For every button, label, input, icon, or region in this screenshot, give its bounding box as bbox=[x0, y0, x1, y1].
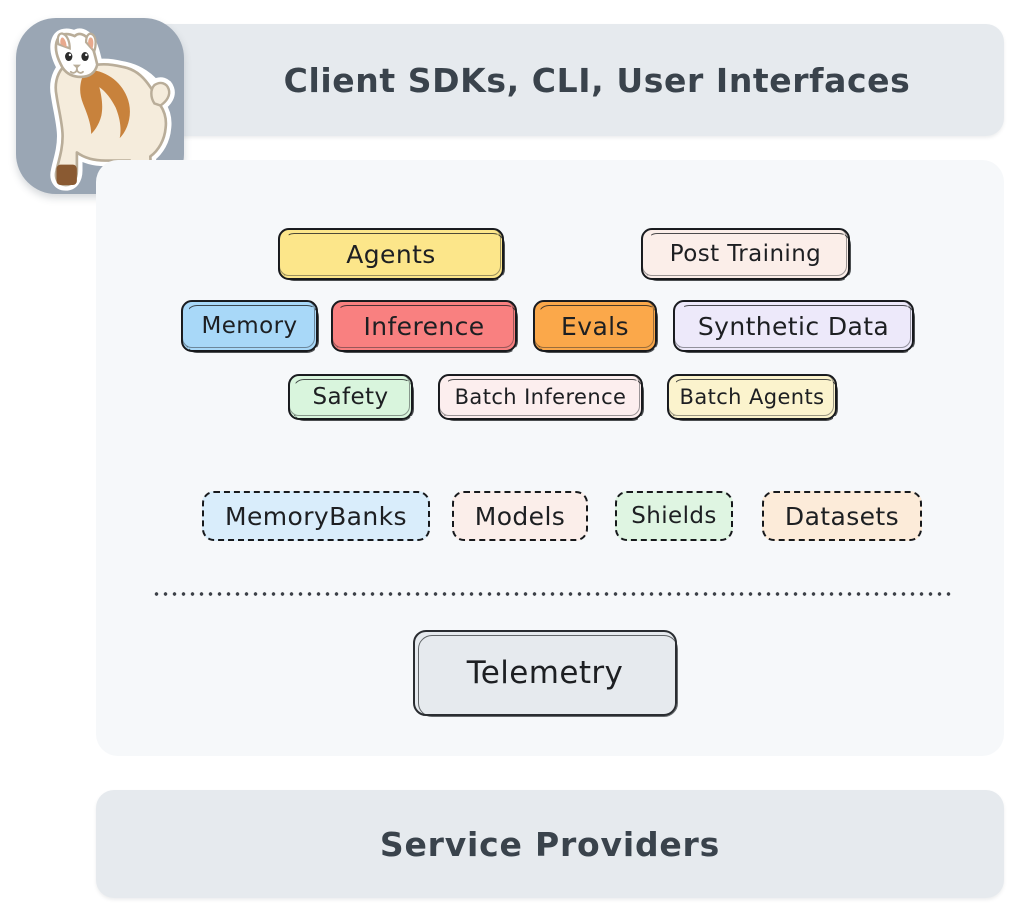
section-divider bbox=[152, 592, 952, 596]
api-box-label: Evals bbox=[561, 311, 629, 341]
api-box-label: Synthetic Data bbox=[697, 311, 890, 341]
diagram-canvas: Client SDKs, CLI, User Interfaces Agents… bbox=[0, 0, 1024, 920]
api-box-label: Models bbox=[474, 501, 566, 531]
telemetry-box[interactable]: Telemetry bbox=[413, 630, 678, 717]
api-box-shields[interactable]: Shields bbox=[615, 491, 733, 541]
api-box-post-training[interactable]: Post Training bbox=[641, 228, 850, 280]
api-box-label: Post Training bbox=[669, 241, 822, 267]
api-box-datasets[interactable]: Datasets bbox=[762, 491, 922, 541]
api-box-memory[interactable]: Memory bbox=[181, 300, 318, 352]
header-title: Client SDKs, CLI, User Interfaces bbox=[283, 60, 911, 100]
api-box-memorybanks[interactable]: MemoryBanks bbox=[202, 491, 430, 541]
api-box-agents[interactable]: Agents bbox=[278, 228, 504, 280]
api-box-label: MemoryBanks bbox=[225, 501, 407, 531]
api-box-batch-agents[interactable]: Batch Agents bbox=[667, 374, 837, 420]
api-box-label: Safety bbox=[312, 384, 389, 410]
api-box-inference[interactable]: Inference bbox=[331, 300, 517, 352]
api-box-batch-inference[interactable]: Batch Inference bbox=[438, 374, 643, 420]
api-box-label: Agents bbox=[346, 239, 436, 269]
api-box-label: Datasets bbox=[784, 501, 900, 531]
api-box-label: Batch Agents bbox=[679, 385, 825, 409]
telemetry-label: Telemetry bbox=[466, 655, 624, 691]
api-box-label: Shields bbox=[631, 503, 717, 529]
api-box-safety[interactable]: Safety bbox=[288, 374, 413, 420]
api-box-synthetic-data[interactable]: Synthetic Data bbox=[673, 300, 914, 352]
footer-title: Service Providers bbox=[379, 824, 721, 864]
api-box-label: Inference bbox=[363, 311, 485, 341]
api-box-evals[interactable]: Evals bbox=[533, 300, 657, 352]
api-box-label: Batch Inference bbox=[454, 385, 627, 409]
api-box-models[interactable]: Models bbox=[452, 491, 588, 541]
api-box-label: Memory bbox=[201, 313, 298, 339]
